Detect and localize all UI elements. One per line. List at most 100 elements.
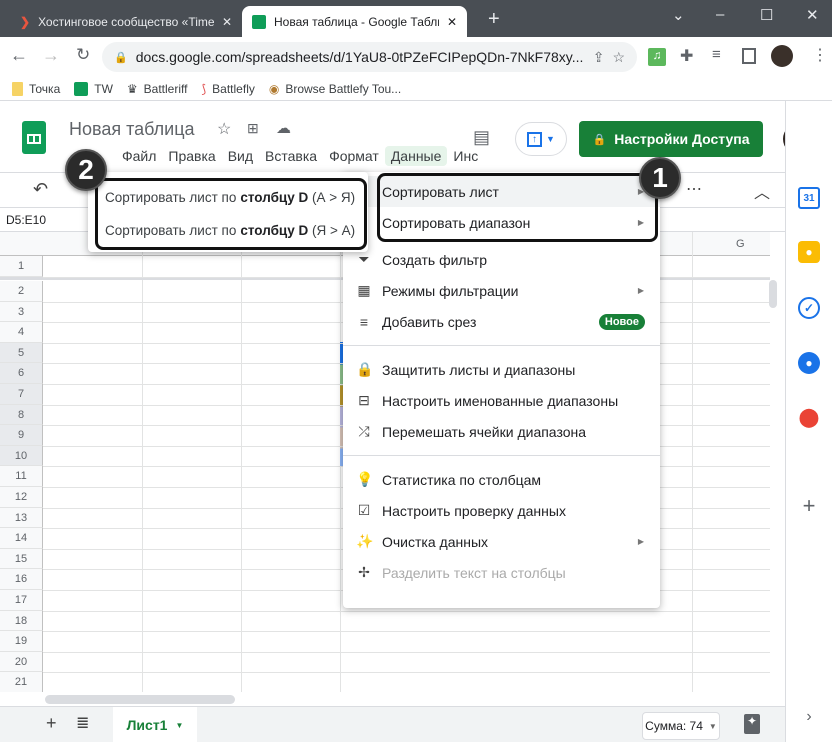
menu-view[interactable]: Вид	[222, 146, 259, 166]
column-header-g[interactable]: G	[736, 238, 745, 250]
menu-item-label: Защитить листы и диапазоны	[382, 361, 576, 378]
row-header[interactable]: 10	[0, 445, 43, 467]
row-header[interactable]: 13	[0, 507, 43, 529]
data-menu-item[interactable]: ⊟ Настроить именованные диапазоны	[343, 385, 660, 416]
tw-icon	[74, 81, 89, 96]
url-bar[interactable]: 🔒 docs.google.com/spreadsheets/d/1YaU8-0…	[102, 42, 637, 72]
forward-icon[interactable]: →	[42, 45, 60, 66]
row-header[interactable]: 6	[0, 363, 43, 384]
maps-icon[interactable]: ⬤	[798, 406, 820, 428]
menu-edit[interactable]: Правка	[162, 146, 221, 166]
back-icon[interactable]: ←	[10, 45, 28, 66]
row-header[interactable]: 20	[0, 651, 43, 673]
collapse-icon[interactable]: ︿	[754, 179, 770, 203]
more-icon[interactable]: ⋯	[686, 179, 702, 199]
star-icon[interactable]: ☆	[612, 49, 625, 66]
row-header[interactable]: 2	[0, 281, 43, 302]
row-header[interactable]: 9	[0, 425, 43, 446]
close-window-button[interactable]: ✕	[806, 6, 819, 24]
vertical-scrollbar[interactable]	[769, 280, 777, 308]
row-header[interactable]: 17	[0, 590, 43, 611]
row-header[interactable]: 7	[0, 384, 43, 405]
keep-icon[interactable]: ●	[798, 241, 820, 263]
row-header[interactable]: 3	[0, 301, 43, 323]
contacts-icon[interactable]: ●	[798, 352, 820, 374]
tasks-icon[interactable]: ✓	[798, 297, 820, 319]
menu-item-label: Перемешать ячейки диапазона	[382, 423, 587, 440]
callout-1: 1	[639, 157, 681, 199]
menu-tools[interactable]: Инс	[447, 146, 484, 166]
row-header[interactable]: 15	[0, 548, 43, 570]
sheets-logo[interactable]	[22, 121, 46, 154]
explore-icon[interactable]: ✦	[744, 714, 760, 734]
cloud-saved-icon[interactable]: ☁	[276, 119, 291, 137]
move-folder-icon[interactable]: ⊞	[247, 120, 259, 137]
new-badge: Новое	[598, 313, 645, 330]
menu-format[interactable]: Формат	[323, 146, 385, 166]
side-panel-icon[interactable]	[742, 48, 756, 64]
close-tab-icon[interactable]: ✕	[447, 15, 457, 29]
bookmark-tochka[interactable]: Точка	[12, 81, 60, 96]
browser-tab-sheets[interactable]: Новая таблица - Google Таблиц ✕	[242, 6, 467, 37]
row-header[interactable]: 21	[0, 672, 43, 692]
row-header[interactable]: 11	[0, 466, 43, 487]
browser-tab-timeweb[interactable]: ❯ Хостинговое сообщество «Time ✕	[10, 6, 242, 37]
highlight-box-1	[377, 173, 658, 242]
row-header[interactable]: 8	[0, 404, 43, 426]
data-menu-item[interactable]: ✨ Очистка данных ▶	[343, 526, 660, 557]
calendar-icon[interactable]: 31	[798, 187, 820, 209]
extensions-icon[interactable]: ✚	[680, 46, 693, 66]
comments-icon[interactable]: ▤	[473, 127, 490, 148]
data-menu-item[interactable]: 💡 Статистика по столбцам	[343, 464, 660, 495]
profile-avatar[interactable]	[771, 45, 793, 67]
add-addon-icon[interactable]: +	[798, 493, 820, 518]
data-menu-item[interactable]: ▦ Режимы фильтрации ▶	[343, 275, 660, 306]
bookmark-battlefly[interactable]: ⟆ Battlefly	[201, 82, 254, 96]
new-tab-button[interactable]: +	[488, 8, 500, 31]
row-gridline	[43, 672, 770, 674]
present-button[interactable]: ↑ ▼	[515, 122, 567, 156]
name-box[interactable]: D5:E10	[6, 213, 46, 227]
data-menu-item[interactable]: ☑ Настроить проверку данных	[343, 495, 660, 526]
row-header[interactable]: 19	[0, 631, 43, 652]
bookmark-tw[interactable]: TW	[74, 81, 113, 96]
data-menu-item[interactable]: 🔒 Защитить листы и диапазоны	[343, 354, 660, 385]
row-header[interactable]: 4	[0, 322, 43, 343]
document-title[interactable]: Новая таблица	[69, 119, 195, 140]
media-icon[interactable]: ≡	[712, 46, 721, 63]
music-extension-icon[interactable]: ♫	[648, 48, 666, 66]
menu-insert[interactable]: Вставка	[259, 146, 323, 166]
bookmark-battleriff[interactable]: ♛ Battleriff	[127, 82, 188, 96]
star-icon[interactable]: ☆	[217, 119, 231, 139]
row-header[interactable]: 14	[0, 528, 43, 549]
filter-views-icon: ▦	[357, 282, 371, 298]
all-sheets-icon[interactable]: ≣	[76, 713, 89, 733]
row-header[interactable]: 16	[0, 569, 43, 590]
sheet-tab-list1[interactable]: Лист1 ▼	[113, 707, 197, 743]
sum-dropdown[interactable]: Сумма: 74 ▼	[642, 712, 720, 740]
chrome-menu-icon[interactable]: ⋮	[812, 45, 828, 65]
expand-panel-icon[interactable]: ›	[798, 706, 820, 728]
data-menu-item[interactable]: ⏷ Создать фильтр	[343, 244, 660, 275]
data-menu-item[interactable]: ≡ Добавить срез Новое	[343, 306, 660, 337]
minimize-button[interactable]: –	[716, 6, 724, 23]
row-header[interactable]: 18	[0, 610, 43, 632]
menu-item-label: Разделить текст на столбцы	[382, 564, 566, 581]
tab-search-icon[interactable]: ⌄	[672, 6, 685, 24]
chevron-down-icon: ▼	[175, 720, 184, 730]
maximize-button[interactable]: ☐	[760, 6, 773, 24]
reload-icon[interactable]: ↻	[76, 45, 90, 65]
data-menu-item[interactable]: ⤮ Перемешать ячейки диапазона	[343, 416, 660, 447]
row-header[interactable]: 5	[0, 342, 43, 364]
bookmark-battlefy[interactable]: ◉ Browse Battlefy Tou...	[269, 82, 401, 96]
add-sheet-button[interactable]: +	[46, 713, 57, 734]
close-tab-icon[interactable]: ✕	[222, 15, 232, 29]
horizontal-scrollbar[interactable]	[45, 695, 235, 704]
menu-data[interactable]: Данные	[384, 146, 448, 166]
share-button[interactable]: 🔒 Настройки Доступа	[579, 121, 763, 157]
row-header[interactable]: 1	[0, 256, 43, 277]
share-icon[interactable]: ⇪	[593, 49, 605, 66]
row-header[interactable]: 12	[0, 487, 43, 508]
menu-file[interactable]: Файл	[116, 146, 162, 166]
undo-icon[interactable]: ↶	[33, 179, 48, 200]
